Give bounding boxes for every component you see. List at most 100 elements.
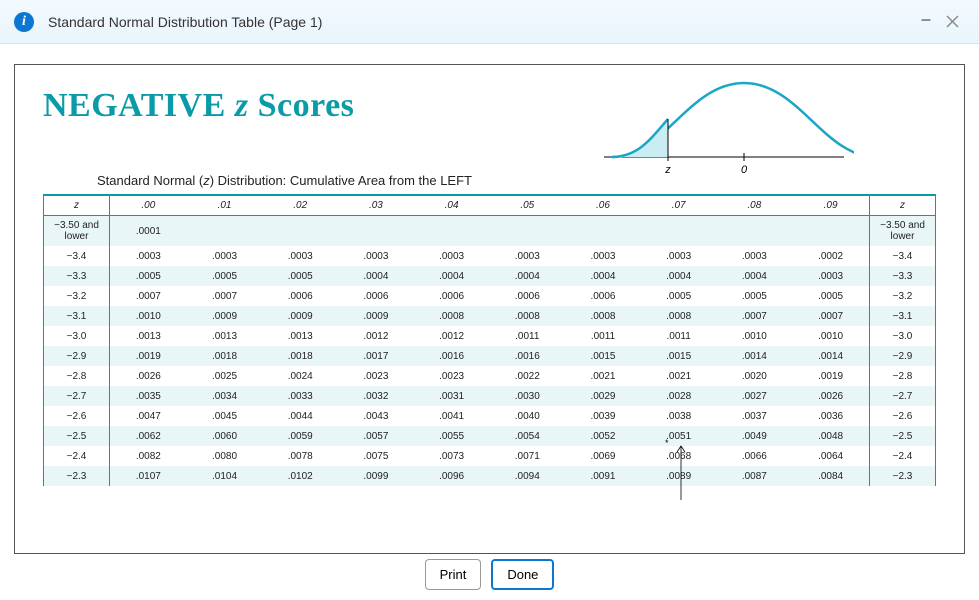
table-row: −2.7.0035.0034.0033.0032.0031.0030.0029.… [44,386,936,406]
table-row: −2.3.0107.0104.0102.0099.0096.0094.0091.… [44,466,936,486]
col-header: .03 [338,195,414,216]
cell: .0091 [565,466,641,486]
cell: .0096 [414,466,490,486]
cell: .0075 [338,446,414,466]
cell: .0087 [717,466,793,486]
row-z-label: −3.50 and lower [44,216,110,247]
cell: .0028 [641,386,717,406]
cell: .0045 [187,406,263,426]
row-z-label: −2.8 [44,366,110,386]
cell: .0010 [792,326,869,346]
cell [717,216,793,247]
cell: .0080 [187,446,263,466]
row-z-label-right: −2.6 [870,406,936,426]
col-header: .07 [641,195,717,216]
cell: .0059 [262,426,338,446]
cell: .0015 [565,346,641,366]
cell: .0044 [262,406,338,426]
cell: .0008 [489,306,565,326]
cell: .0011 [565,326,641,346]
cell: .0066 [717,446,793,466]
cell: .0011 [641,326,717,346]
cell: .0005 [262,266,338,286]
cell: .0012 [338,326,414,346]
cell: .0027 [717,386,793,406]
table-row: −3.50 and lower.0001−3.50 and lower [44,216,936,247]
row-z-label: −3.3 [44,266,110,286]
row-z-label-right: −3.1 [870,306,936,326]
col-header: .05 [489,195,565,216]
cell: .0107 [110,466,187,486]
cell: .0026 [792,386,869,406]
normal-curve-illustration: z 0 [594,79,854,179]
col-header: .00 [110,195,187,216]
cell: .0039 [565,406,641,426]
cell: .0029 [565,386,641,406]
cell: .0003 [565,246,641,266]
row-z-label: −2.6 [44,406,110,426]
col-header: .02 [262,195,338,216]
row-z-label: −2.9 [44,346,110,366]
table-row: −2.9.0019.0018.0018.0017.0016.0016.0015.… [44,346,936,366]
cell: .0005 [110,266,187,286]
cell: .0017 [338,346,414,366]
cell: .0071 [489,446,565,466]
cell [338,216,414,247]
cell: .0003 [641,246,717,266]
cell: .0026 [110,366,187,386]
info-icon: i [14,12,34,32]
col-header: .08 [717,195,793,216]
cell: .0013 [110,326,187,346]
col-header-z-left: z [44,195,110,216]
row-z-label-right: −3.50 and lower [870,216,936,247]
cell: .0006 [262,286,338,306]
cell: .0003 [717,246,793,266]
table-row: −2.4.0082.0080.0078.0075.0073.0071.0069.… [44,446,936,466]
cell: .0057 [338,426,414,446]
cell [187,216,263,247]
cell: .0040 [489,406,565,426]
cell: .0005 [792,286,869,306]
cell: .0024 [262,366,338,386]
close-button[interactable] [939,9,965,35]
col-header: .04 [414,195,490,216]
cell: .0006 [338,286,414,306]
row-z-label-right: −2.7 [870,386,936,406]
table-header-row: z .00 .01 .02 .03 .04 .05 .06 .07 .08 .0… [44,195,936,216]
table-row: −3.2.0007.0007.0006.0006.0006.0006.0006.… [44,286,936,306]
done-button[interactable]: Done [491,559,554,590]
cell: .0052 [565,426,641,446]
print-button[interactable]: Print [425,559,482,590]
cell: .0014 [717,346,793,366]
cell: .0008 [414,306,490,326]
cell: .0006 [489,286,565,306]
table-row: −3.3.0005.0005.0005.0004.0004.0004.0004.… [44,266,936,286]
curve-zero-label: 0 [741,164,748,176]
cell: .0055 [414,426,490,446]
row-z-label: −3.0 [44,326,110,346]
cell: .0104 [187,466,263,486]
row-z-label: −3.4 [44,246,110,266]
cell: .0031 [414,386,490,406]
cell: .0073 [414,446,490,466]
row-z-label: −2.7 [44,386,110,406]
cell: .0078 [262,446,338,466]
cell: .0013 [262,326,338,346]
cell: .0005 [187,266,263,286]
row-z-label-right: −2.8 [870,366,936,386]
cell: .0016 [489,346,565,366]
cell: .0008 [565,306,641,326]
cell: .0007 [187,286,263,306]
cell: .0003 [792,266,869,286]
close-icon [946,15,959,28]
cell: .0004 [489,266,565,286]
cell: .0023 [338,366,414,386]
cell: .0009 [262,306,338,326]
cell: .0030 [489,386,565,406]
cell: .0004 [338,266,414,286]
cell [414,216,490,247]
cell: .0007 [717,306,793,326]
col-header: .06 [565,195,641,216]
minimize-button[interactable]: – [913,9,939,35]
row-z-label: −3.1 [44,306,110,326]
